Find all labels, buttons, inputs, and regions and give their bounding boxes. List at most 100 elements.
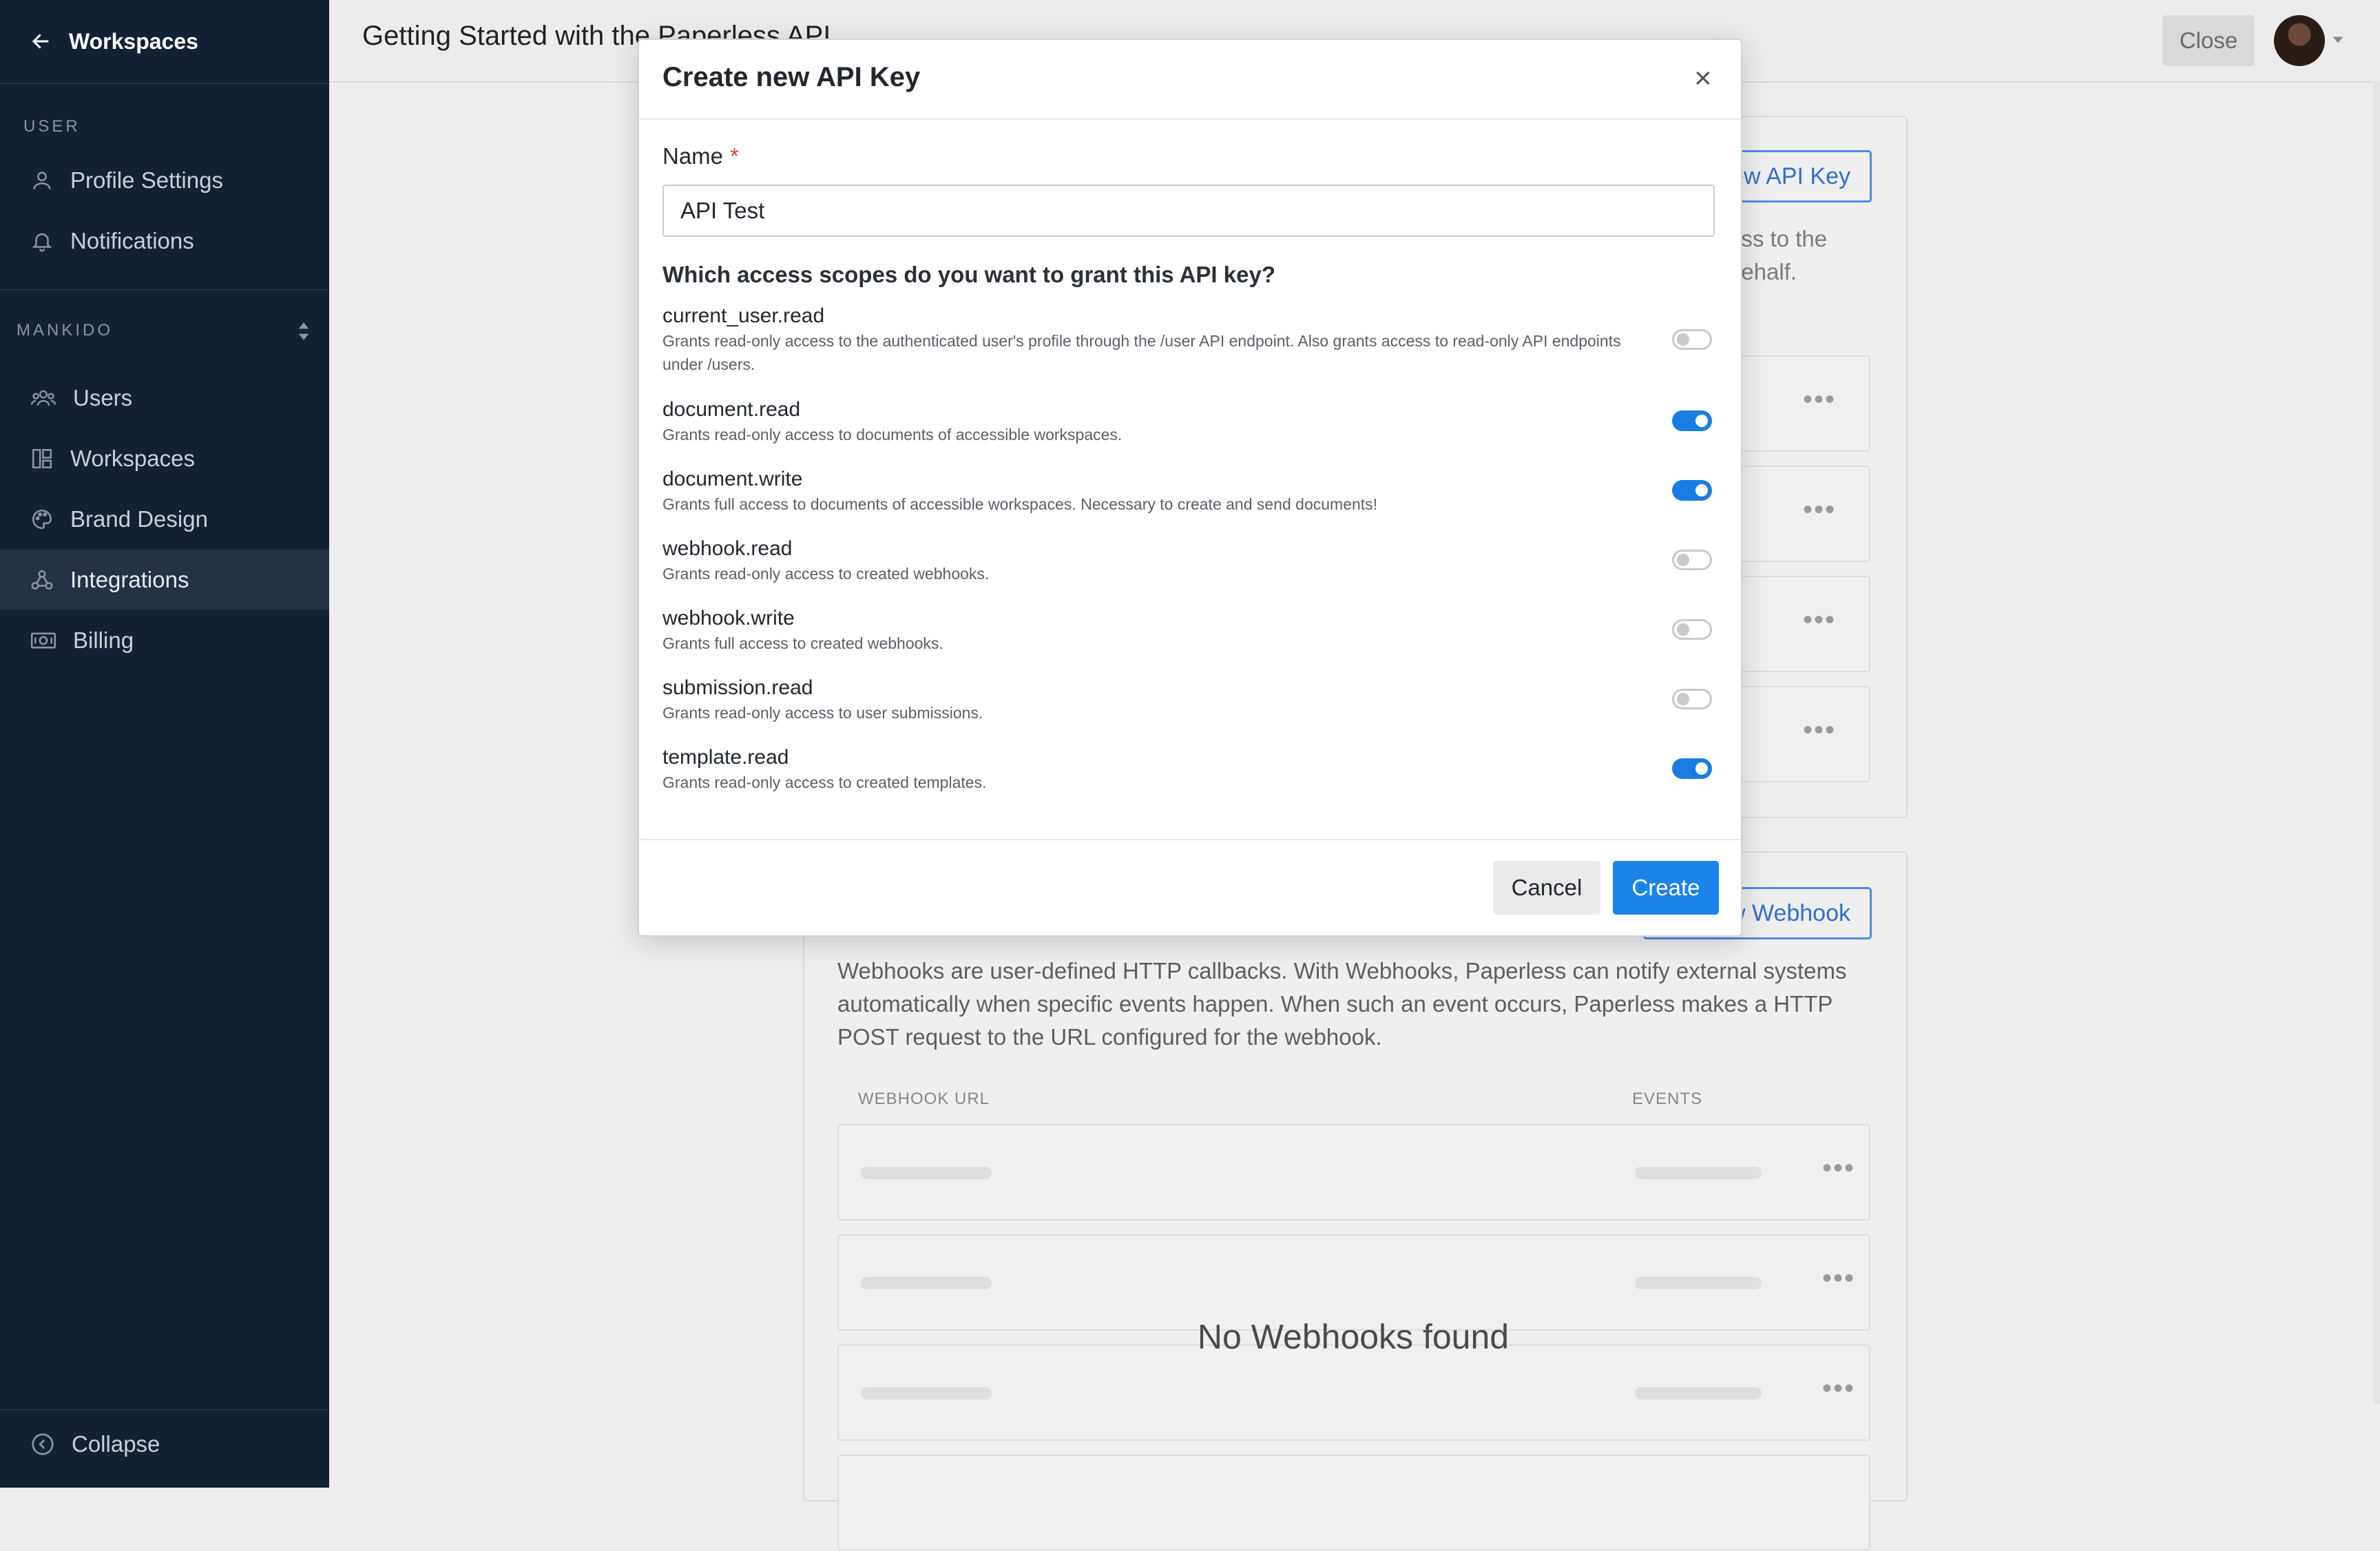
scope-toggle-template-read[interactable] <box>1672 758 1712 779</box>
scope-toggle-webhook-write[interactable] <box>1672 619 1712 640</box>
sidebar-item-brand-design[interactable]: Brand Design <box>0 489 329 550</box>
sidebar-item-label: Brand Design <box>70 506 208 532</box>
scope-toggle-document-read[interactable] <box>1672 410 1712 431</box>
close-icon[interactable]: × <box>1694 63 1712 94</box>
scope-toggle-current-user-read[interactable] <box>1672 329 1712 350</box>
sidebar-item-label: Billing <box>73 627 134 653</box>
scope-item: template.read Grants read-only access to… <box>662 746 1716 794</box>
arrow-left-icon <box>32 34 49 49</box>
palette-icon <box>32 509 52 530</box>
more-icon[interactable]: ••• <box>1803 605 1836 636</box>
webhooks-description: Webhooks are user-defined HTTP callbacks… <box>837 958 1847 1050</box>
sidebar-item-users[interactable]: Users <box>0 368 329 428</box>
scope-name: submission.read <box>662 676 813 699</box>
scope-name: template.read <box>662 746 789 769</box>
modal-header: Create new API Key × <box>639 40 1741 120</box>
scopes-question: Which access scopes do you want to grant… <box>662 262 1275 287</box>
scope-toggle-document-write[interactable] <box>1672 480 1712 501</box>
table-row: ••• <box>837 1344 1870 1441</box>
placeholder-bar <box>861 1277 992 1289</box>
money-icon <box>30 632 56 649</box>
chevron-down-icon[interactable] <box>2332 36 2344 44</box>
scope-name: current_user.read <box>662 304 825 327</box>
divider <box>0 289 329 291</box>
sidebar-item-profile-settings[interactable]: Profile Settings <box>0 150 329 211</box>
more-icon[interactable]: ••• <box>1822 1373 1855 1404</box>
name-input[interactable] <box>662 185 1715 237</box>
sidebar-item-billing[interactable]: Billing <box>0 610 329 671</box>
more-icon[interactable]: ••• <box>1803 384 1836 415</box>
scope-description: Grants full access to created webhooks. <box>662 634 943 652</box>
collapse-label: Collapse <box>72 1431 160 1457</box>
cancel-button[interactable]: Cancel <box>1493 861 1600 915</box>
name-label-text: Name <box>662 143 724 169</box>
page-scrollbar[interactable] <box>2373 81 2380 1404</box>
scope-item: current_user.read Grants read-only acces… <box>662 304 1716 376</box>
required-asterisk: * <box>730 143 739 169</box>
scope-name: document.write <box>662 468 803 490</box>
sidebar-item-label: Integrations <box>70 567 189 592</box>
avatar[interactable] <box>2274 15 2325 66</box>
placeholder-bar <box>1635 1167 1762 1179</box>
table-row: ••• <box>837 1124 1870 1220</box>
sort-icon[interactable] <box>296 321 311 342</box>
integrations-icon <box>31 570 53 590</box>
table-row: ••• <box>837 1234 1870 1331</box>
column-header-events: EVENTS <box>1632 1090 1703 1108</box>
section-label-user: USER <box>23 117 81 136</box>
scope-item: webhook.read Grants read-only access to … <box>662 537 1716 585</box>
name-label: Name * <box>662 143 739 169</box>
more-icon[interactable]: ••• <box>1822 1263 1855 1294</box>
bell-icon <box>32 233 52 252</box>
scope-name: webhook.read <box>662 537 793 560</box>
collapse-button[interactable]: Collapse <box>30 1431 160 1457</box>
scope-description: Grants full access to documents of acces… <box>662 495 1378 513</box>
sidebar-item-notifications[interactable]: Notifications <box>0 211 329 271</box>
section-label-organization: MANKIDO <box>17 321 114 340</box>
api-description-fragment: ess to the <box>1729 226 1828 251</box>
scope-name: document.read <box>662 398 801 421</box>
table-row <box>837 1455 1870 1551</box>
back-to-workspaces-link[interactable]: Workspaces <box>30 23 198 59</box>
scope-item: submission.read Grants read-only access … <box>662 676 1716 725</box>
modal-title: Create new API Key <box>662 62 921 92</box>
sidebar: Workspaces USER Profile Settings Notific… <box>0 0 329 1488</box>
create-api-key-modal: Create new API Key × Name* Which access … <box>638 39 1742 937</box>
divider <box>0 1409 329 1411</box>
placeholder-bar <box>861 1387 992 1399</box>
sidebar-item-label: Users <box>73 385 133 410</box>
scope-item: webhook.write Grants full access to crea… <box>662 607 1716 655</box>
placeholder-bar <box>861 1167 992 1179</box>
scope-item: document.read Grants read-only access to… <box>662 398 1716 446</box>
scope-name: webhook.write <box>662 607 795 629</box>
scope-toggle-webhook-read[interactable] <box>1672 550 1712 570</box>
scope-description: Grants read-only access to created webho… <box>662 565 990 583</box>
sidebar-item-integrations[interactable]: Integrations <box>0 550 329 610</box>
placeholder-bar <box>1635 1387 1762 1399</box>
scope-description: Grants read-only access to documents of … <box>662 426 1123 444</box>
sidebar-item-label: Profile Settings <box>70 167 223 193</box>
scope-description: Grants read-only access to the authentic… <box>662 332 1621 373</box>
column-header-webhook-url: WEBHOOK URL <box>858 1090 990 1108</box>
empty-state-message: No Webhooks found <box>1197 1318 1510 1356</box>
more-icon[interactable]: ••• <box>1803 495 1836 525</box>
sidebar-item-workspaces[interactable]: Workspaces <box>0 428 329 489</box>
sidebar-item-label: Workspaces <box>70 446 195 471</box>
sidebar-item-label: Notifications <box>70 228 194 253</box>
close-button[interactable]: Close <box>2162 15 2255 66</box>
back-label: Workspaces <box>69 28 198 54</box>
create-button[interactable]: Create <box>1613 861 1719 915</box>
divider <box>0 83 329 84</box>
placeholder-bar <box>1635 1277 1762 1289</box>
scope-description: Grants read-only access to user submissi… <box>662 704 983 722</box>
scope-item: document.write Grants full access to doc… <box>662 468 1716 516</box>
workspaces-icon <box>32 448 52 469</box>
more-icon[interactable]: ••• <box>1822 1153 1855 1184</box>
users-icon <box>30 390 56 406</box>
user-icon <box>33 171 51 189</box>
modal-footer-divider <box>639 839 1741 840</box>
scope-description: Grants read-only access to created templ… <box>662 773 987 791</box>
more-icon[interactable]: ••• <box>1803 715 1836 746</box>
scope-toggle-submission-read[interactable] <box>1672 689 1712 709</box>
chevron-left-circle-icon <box>32 1433 54 1455</box>
